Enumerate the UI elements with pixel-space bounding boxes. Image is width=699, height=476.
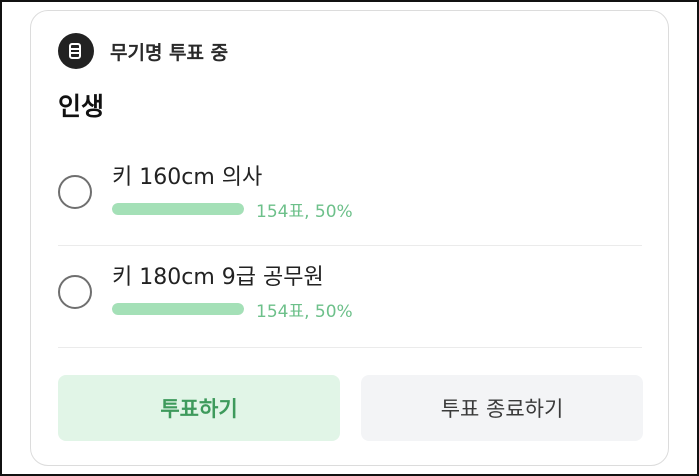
poll-option-2[interactable]: 키 180cm 9급 공무원 154표, 50% [58, 249, 642, 349]
result-bar-fill [112, 303, 244, 315]
poll-status-label: 무기명 투표 중 [110, 41, 229, 64]
radio-button[interactable] [58, 275, 92, 309]
radio-button[interactable] [58, 175, 92, 209]
result-bar-fill [112, 203, 244, 215]
option-divider [58, 347, 642, 348]
result-bar [112, 203, 244, 215]
poll-option-1[interactable]: 키 160cm 의사 154표, 50% [58, 149, 642, 249]
poll-title: 인생 [58, 92, 105, 121]
option-divider [58, 245, 642, 246]
ballot-icon [58, 33, 94, 69]
option-label: 키 180cm 9급 공무원 [112, 265, 324, 290]
vote-count: 154표, 50% [256, 202, 353, 222]
ballot-glyph [69, 43, 81, 59]
end-vote-button[interactable]: 투표 종료하기 [361, 375, 643, 441]
option-label: 키 160cm 의사 [112, 165, 263, 190]
poll-card: 무기명 투표 중 인생 키 160cm 의사 154표, 50% 키 180cm… [30, 10, 669, 466]
vote-count: 154표, 50% [256, 302, 353, 322]
result-bar [112, 303, 244, 315]
vote-button[interactable]: 투표하기 [58, 375, 340, 441]
poll-header: 무기명 투표 중 [58, 33, 228, 69]
